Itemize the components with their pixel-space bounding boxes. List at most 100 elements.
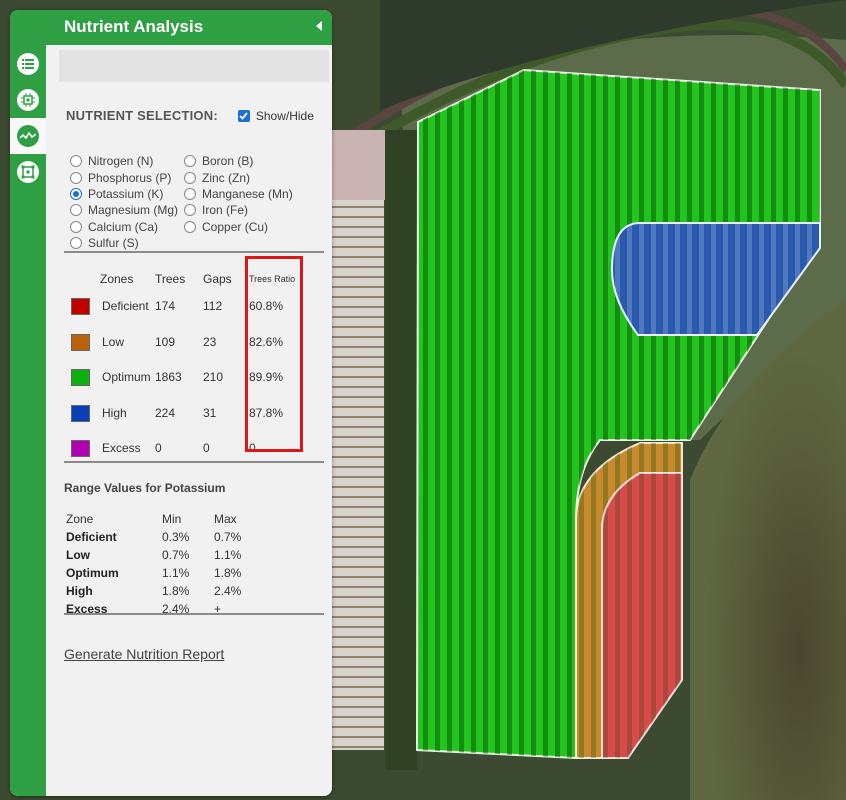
range-row: Deficient 0.3% 0.7% <box>66 530 266 548</box>
nutrient-option[interactable]: Potassium (K) <box>70 186 178 202</box>
zone-color-swatch <box>71 440 90 457</box>
sidebar-item-list[interactable] <box>10 46 46 82</box>
range-zone: Low <box>66 548 90 562</box>
wave-chart-icon <box>17 125 39 147</box>
list-icon <box>17 53 39 75</box>
zone-gaps: 112 <box>203 299 223 313</box>
zone-gaps: 210 <box>203 370 224 384</box>
nutrient-option[interactable]: Nitrogen (N) <box>70 153 178 169</box>
nutrient-option-label: Potassium (K) <box>88 186 164 201</box>
range-zone: Deficient <box>66 530 117 544</box>
zone-color-swatch <box>71 298 90 315</box>
nutrient-option[interactable]: Manganese (Mn) <box>184 186 293 202</box>
radio-button[interactable] <box>184 155 196 168</box>
panel-sidebar <box>10 10 46 796</box>
range-header-zone: Zone <box>66 512 94 526</box>
range-max: 1.1% <box>214 548 242 562</box>
zone-gaps: 31 <box>203 405 217 420</box>
range-row: Low 0.7% 1.1% <box>66 548 266 566</box>
radio-button[interactable] <box>70 237 82 250</box>
zone-trees: 109 <box>155 334 176 349</box>
pink-path <box>332 130 387 200</box>
header-gaps: Gaps <box>203 272 232 286</box>
range-min: 1.8% <box>162 584 190 598</box>
nutrient-option-label: Calcium (Ca) <box>88 219 159 234</box>
tree-line <box>385 130 417 770</box>
zone-trees: 224 <box>155 405 176 420</box>
nutrient-option-label: Manganese (Mn) <box>202 186 293 201</box>
zone-name: Optimum <box>102 370 151 384</box>
zone-color-swatch <box>71 369 90 386</box>
nutrient-option-label: Iron (Fe) <box>202 203 249 218</box>
radio-button[interactable] <box>184 220 196 233</box>
range-zone: High <box>66 584 93 598</box>
nutrient-option[interactable]: Copper (Cu) <box>184 219 293 235</box>
radio-button[interactable] <box>70 187 82 200</box>
range-max: 1.8% <box>214 566 242 580</box>
divider <box>64 251 324 253</box>
nursery-beds <box>332 190 384 750</box>
zone-trees: 174 <box>155 299 176 313</box>
checkmark-icon <box>239 111 249 120</box>
nutrient-option-label: Sulfur (S) <box>88 236 139 251</box>
show-hide-label: Show/Hide <box>255 108 314 123</box>
radio-button[interactable] <box>184 171 196 184</box>
zone-name: Excess <box>102 441 141 455</box>
nutrient-option[interactable]: Magnesium (Mg) <box>70 202 178 218</box>
sidebar-item-boundary[interactable] <box>10 154 46 190</box>
range-zone: Optimum <box>66 566 119 580</box>
zone-name: High <box>102 405 127 420</box>
nutrient-option[interactable]: Boron (B) <box>184 153 293 169</box>
header-zones: Zones <box>100 272 134 286</box>
trees-ratio-highlight <box>245 256 303 452</box>
range-min: 0.3% <box>162 530 190 544</box>
range-values-title: Range Values for Potassium <box>64 481 226 495</box>
range-max: 2.4% <box>214 584 242 598</box>
panel-content: NUTRIENT SELECTION: Show/Hide Nitrogen (… <box>46 10 332 796</box>
range-row: Optimum 1.1% 1.8% <box>66 566 266 584</box>
radio-button[interactable] <box>70 155 82 168</box>
nutrient-option[interactable]: Sulfur (S) <box>70 235 178 251</box>
range-header-min: Min <box>162 512 182 526</box>
divider <box>64 613 324 615</box>
zone-name: Deficient <box>102 299 149 313</box>
nutrient-option[interactable]: Zinc (Zn) <box>184 169 293 185</box>
nutrient-option-label: Boron (B) <box>202 154 254 169</box>
chip-icon <box>17 89 39 111</box>
header-trees: Trees <box>155 272 186 286</box>
zone-color-swatch <box>71 333 90 351</box>
sidebar-item-chip[interactable] <box>10 82 46 118</box>
show-hide-checkbox[interactable] <box>237 109 250 122</box>
sidebar-item-nutrient-analysis[interactable] <box>10 118 46 154</box>
radio-column-left: Nitrogen (N) Phosphorus (P) Potassium (K) M… <box>70 153 178 251</box>
nutrient-option-label: Magnesium (Mg) <box>88 203 179 218</box>
nutrient-analysis-panel: Nutrient Analysis NUTRIENT SELECTION: Sh… <box>10 10 332 796</box>
range-header-max: Max <box>214 512 237 526</box>
radio-button[interactable] <box>184 187 196 200</box>
boundary-icon <box>17 161 39 183</box>
range-header-row: Zone Min Max <box>66 512 266 530</box>
generate-report-link[interactable]: Generate Nutrition Report <box>64 646 224 662</box>
zone-color-swatch <box>71 404 90 422</box>
radio-button[interactable] <box>70 171 82 184</box>
zone-name: Low <box>102 334 125 349</box>
nutrient-option[interactable]: Phosphorus (P) <box>70 169 178 185</box>
range-row: High 1.8% 2.4% <box>66 584 266 602</box>
range-max: 0.7% <box>214 530 242 544</box>
nutrient-option-label: Nitrogen (N) <box>88 154 154 169</box>
radio-button[interactable] <box>70 204 82 217</box>
nutrient-option[interactable]: Iron (Fe) <box>184 202 293 218</box>
divider <box>64 461 324 463</box>
nutrient-selection-label: NUTRIENT SELECTION: <box>66 108 218 123</box>
zone-trees: 1863 <box>155 370 182 384</box>
range-min: 1.1% <box>162 566 190 580</box>
zone-gaps: 23 <box>203 334 217 349</box>
radio-button[interactable] <box>70 220 82 233</box>
nutrient-option-label: Copper (Cu) <box>202 219 269 234</box>
zone-trees: 0 <box>155 441 162 455</box>
radio-button[interactable] <box>184 204 196 217</box>
nutrient-option-label: Zinc (Zn) <box>202 170 250 185</box>
nutrient-option[interactable]: Calcium (Ca) <box>70 219 178 235</box>
radio-column-right: Boron (B) Zinc (Zn) Manganese (Mn) Iron (Fe… <box>184 153 293 235</box>
range-min: 0.7% <box>162 548 190 562</box>
